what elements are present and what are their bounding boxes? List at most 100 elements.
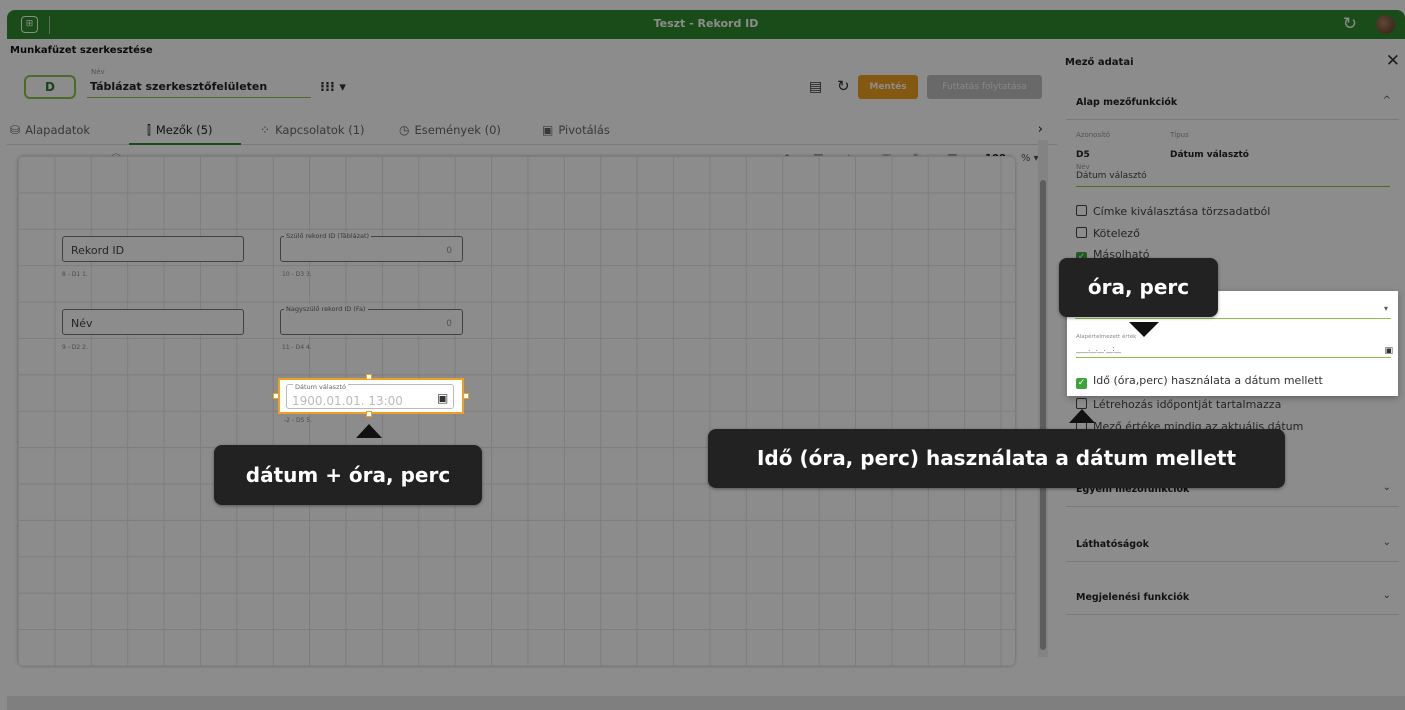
run-continue-button[interactable]: Futtatás folytatása	[927, 75, 1042, 99]
default-value-underline	[1076, 357, 1391, 358]
window-title: Teszt - Rekord ID	[653, 17, 759, 30]
checkbox-label: Kötelező	[1093, 227, 1140, 240]
callout-use-time: Idő (óra, perc) használata a dátum melle…	[708, 429, 1285, 488]
checkbox[interactable]	[1076, 227, 1087, 238]
pivot-icon: ▣	[542, 123, 554, 137]
checkbox-label-from-masterdata[interactable]: Címke kiválasztása törzsadatból	[1076, 205, 1270, 218]
checkbox-creation-time[interactable]: Létrehozás időpontját tartalmazza	[1076, 398, 1281, 411]
date-input[interactable]: Dátum választó 1900.01.01. 13:00 ▣	[286, 383, 454, 409]
field-code: 11 - D4 4.	[282, 344, 312, 351]
refresh-icon[interactable]: ↻	[1343, 14, 1357, 34]
type-value: Dátum választó	[1170, 150, 1249, 160]
field-code: 9 - D2 2.	[62, 344, 88, 351]
calendar-icon[interactable]: ▣	[1384, 346, 1393, 356]
field-code: -2 - D5 5.	[284, 417, 313, 424]
dropdown-arrow-icon[interactable]: ▾	[1384, 304, 1388, 313]
checkbox-required[interactable]: Kötelező	[1076, 227, 1140, 240]
tab-label: Kapcsolatok (1)	[275, 123, 365, 137]
panel-title: Mező adatai	[1065, 57, 1134, 68]
callout-hour-minute: óra, perc	[1059, 258, 1218, 317]
name-field[interactable]: Név Táblázat szerkesztőfelületen	[87, 65, 311, 98]
checkbox-label: Idő (óra,perc) használata a dátum mellet…	[1093, 374, 1323, 387]
field-record-id[interactable]: Rekord ID	[62, 236, 244, 262]
section-display-functions[interactable]: Megjelenési funkciók ⌄	[1066, 580, 1399, 615]
field-value: 0	[446, 246, 452, 256]
title-bar: ⊞ Teszt - Rekord ID ↻	[7, 10, 1405, 39]
section-visibility[interactable]: Láthatóságok ⌄	[1066, 527, 1399, 562]
checkbox-label: Címke kiválasztása törzsadatból	[1093, 205, 1271, 218]
field-label: Szülő rekord ID (Táblázat)	[284, 232, 372, 240]
scrollbar-thumb[interactable]	[1040, 180, 1046, 650]
workbook-badge: D	[24, 75, 76, 99]
section-title: Megjelenési funkciók	[1076, 592, 1190, 603]
callout-pointer	[1129, 322, 1159, 337]
section-title: Alap mezőfunkciók	[1076, 97, 1178, 108]
tab-label: Pivotálás	[558, 123, 610, 137]
panel-name-label: Név	[1076, 163, 1090, 171]
chevron-down-icon: ⌄	[1382, 537, 1391, 548]
vertical-scrollbar[interactable]	[1038, 140, 1048, 657]
default-value-label: Alapértelmezett érték	[1076, 334, 1137, 340]
resize-handle[interactable]	[273, 393, 279, 399]
date-field-label: Dátum választó	[293, 383, 348, 391]
tab-pivot[interactable]: ▣ Pivotálás	[542, 123, 610, 137]
type-label: Típus	[1170, 131, 1189, 139]
panel-name-value[interactable]: Dátum választó	[1076, 171, 1147, 181]
id-label: Azonosító	[1076, 131, 1111, 139]
tab-basic-data[interactable]: ⛁ Alapadatok	[10, 123, 90, 137]
fields-icon: ⫿	[147, 123, 151, 137]
checkbox[interactable]	[1076, 205, 1087, 216]
chevron-up-icon: ^	[1382, 95, 1391, 106]
calendar-icon[interactable]: ▣	[437, 391, 448, 405]
resize-handle[interactable]	[366, 374, 372, 380]
relations-icon: ⁘	[260, 123, 271, 137]
bottom-bar	[7, 696, 1405, 710]
field-value: 0	[446, 319, 452, 329]
date-field-value: 1900.01.01. 13:00	[292, 394, 403, 408]
name-field-label: Név	[91, 68, 105, 76]
avatar[interactable]	[1376, 15, 1395, 34]
name-underline	[1076, 186, 1390, 187]
design-sheet[interactable]	[18, 156, 1015, 666]
tab-label: Mezők (5)	[155, 123, 213, 137]
date-picker-field[interactable]: Dátum választó 1900.01.01. 13:00 ▣	[278, 378, 464, 414]
chevron-down-icon: ⌄	[1382, 482, 1391, 493]
canvas-area	[8, 140, 1050, 666]
checkbox-checked[interactable]: ✓	[1076, 378, 1087, 389]
field-code: 10 - D3 3.	[282, 271, 312, 278]
page-title: Munkafüzet szerkesztése	[10, 45, 153, 56]
database-icon: ⛁	[10, 123, 21, 137]
field-label: Nagyszülő rekord ID (Fa)	[284, 305, 368, 313]
checkbox-use-time[interactable]: ✓ Idő (óra,perc) használata a dátum melle…	[1076, 374, 1323, 389]
field-code: 8 - D1 1.	[62, 271, 88, 278]
field-value: Rekord ID	[71, 244, 125, 257]
section-basic-functions[interactable]: Alap mezőfunkciók ^	[1066, 85, 1399, 120]
resize-handle[interactable]	[463, 393, 469, 399]
tab-fields[interactable]: ⫿ Mezők (5)	[147, 123, 213, 138]
name-field-value: Táblázat szerkesztőfelületen	[90, 80, 268, 93]
section-title: Láthatóságok	[1076, 539, 1149, 550]
callout-pointer	[356, 424, 382, 438]
tab-label: Alapadatok	[25, 123, 91, 137]
chevron-right-icon[interactable]: ›	[1038, 122, 1043, 137]
close-icon[interactable]: ✕	[1386, 51, 1400, 71]
dropdown-underline	[1075, 318, 1391, 319]
checkbox-label: Létrehozás időpontját tartalmazza	[1093, 398, 1282, 411]
tab-label: Események (0)	[414, 123, 501, 137]
id-value: D5	[1076, 150, 1090, 160]
callout-date-time: dátum + óra, perc	[214, 445, 482, 505]
field-value: Név	[71, 317, 93, 330]
default-value-input[interactable]: ____.__.__. __:__	[1076, 344, 1121, 353]
field-name[interactable]: Név	[62, 309, 244, 335]
callout-pointer	[1069, 409, 1095, 423]
grid-menu-icon[interactable]: ⁝⁝⁝ ▾	[320, 80, 346, 95]
events-icon: ◷	[399, 123, 410, 137]
reload-icon[interactable]: ↻	[837, 77, 850, 95]
tab-relations[interactable]: ⁘ Kapcsolatok (1)	[260, 123, 365, 137]
resize-handle[interactable]	[366, 411, 372, 417]
save-button[interactable]: Mentés	[858, 75, 918, 99]
clipboard-icon[interactable]: ▤	[809, 79, 822, 95]
chevron-down-icon: ⌄	[1382, 590, 1391, 601]
tab-events[interactable]: ◷ Események (0)	[399, 123, 501, 137]
checkbox[interactable]	[1076, 398, 1087, 409]
